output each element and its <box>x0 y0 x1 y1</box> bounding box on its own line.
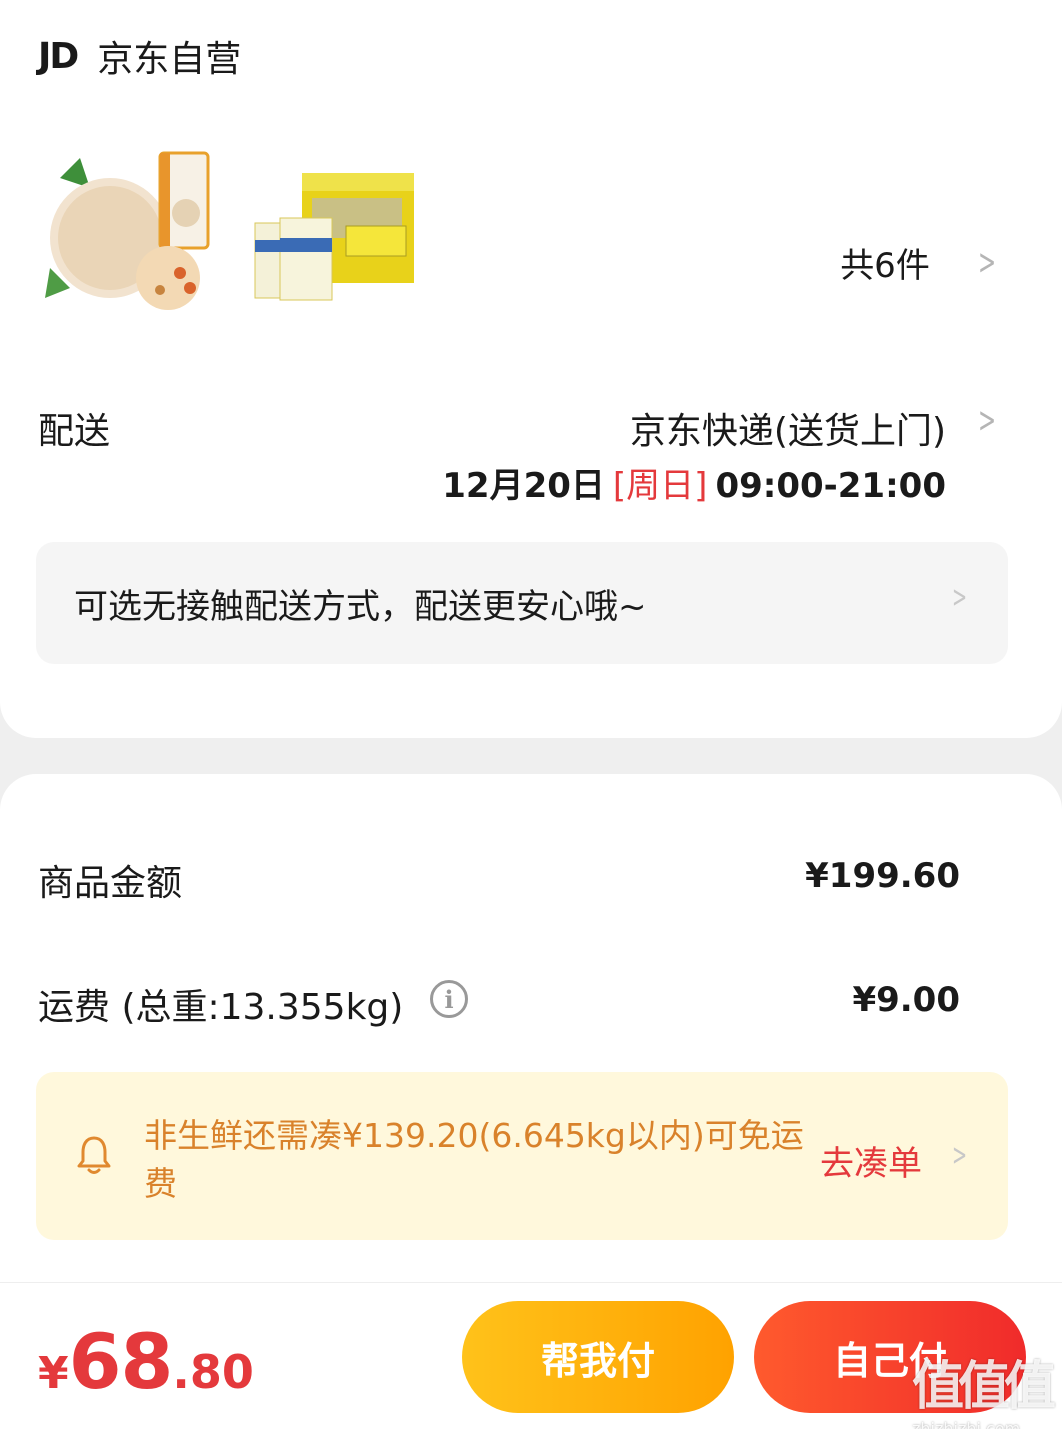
item-count-link[interactable]: 共6件 > <box>840 238 1002 287</box>
total-integer: 68 <box>68 1317 174 1406</box>
shipping-fee-value: ¥9.00 <box>852 980 960 1020</box>
chevron-right-icon: > <box>951 1138 967 1173</box>
total-decimal: .80 <box>172 1345 254 1399</box>
product-thumbnail-oat[interactable] <box>40 148 220 318</box>
delivery-time-range: 09:00-21:00 <box>715 466 946 506</box>
shop-name: 京东自营 <box>97 39 242 80</box>
free-shipping-banner[interactable]: 非生鲜还需凑¥139.20(6.645kg以内)可免运费 去凑单 > <box>36 1072 1008 1240</box>
delivery-date: 12月20日 <box>442 466 605 506</box>
oat-product-image <box>45 151 210 310</box>
contactless-text: 可选无接触配送方式，配送更安心哦~ <box>74 586 647 627</box>
help-pay-button[interactable]: 帮我付 <box>462 1301 734 1413</box>
free-shipping-message: 非生鲜还需凑¥139.20(6.645kg以内)可免运费 <box>144 1116 804 1203</box>
bell-icon <box>77 1136 111 1174</box>
chevron-right-icon: > <box>977 242 996 283</box>
delivery-weekday: [周日] <box>612 466 708 506</box>
delivery-label: 配送 <box>38 411 111 452</box>
item-count-label: 共6件 <box>840 246 930 286</box>
contactless-delivery-option[interactable]: 可选无接触配送方式，配送更安心哦~ > <box>36 542 1008 664</box>
watermark-url: zhizhizhi.com <box>912 1419 1021 1429</box>
product-thumbnail-yogurt[interactable] <box>250 148 430 318</box>
checkout-bar: ¥ 68 .80 帮我付 自己付 <box>0 1282 1062 1429</box>
total-price: ¥ 68 .80 <box>38 1317 254 1406</box>
delivery-method[interactable]: 京东快递(送货上门) <box>630 402 946 454</box>
info-icon[interactable]: i <box>430 980 468 1018</box>
shop-header: JD 京东自营 <box>38 30 241 82</box>
jd-logo: JD <box>38 35 79 77</box>
delivery-time[interactable]: 12月20日 [周日] 09:00-21:00 <box>442 458 946 507</box>
chevron-right-icon[interactable]: > <box>978 400 996 441</box>
site-watermark: 值值值 zhizhizhi.com <box>912 1344 1056 1429</box>
yogurt-box-image <box>254 173 414 301</box>
goods-amount-label: 商品金额 <box>38 863 183 904</box>
shipping-fee-label: 运费 (总重:13.355kg) <box>38 987 404 1028</box>
watermark-glyphs: 值值值 <box>912 1357 1056 1417</box>
chevron-right-icon: > <box>951 580 967 615</box>
add-items-link[interactable]: 去凑单 <box>820 1136 922 1185</box>
goods-amount-value: ¥199.60 <box>805 856 960 896</box>
currency-symbol: ¥ <box>38 1348 69 1399</box>
order-items-card: JD 京东自营 共6件 > 配送 京东快递(送货上门) > 12月20日 [周日… <box>0 0 1062 738</box>
